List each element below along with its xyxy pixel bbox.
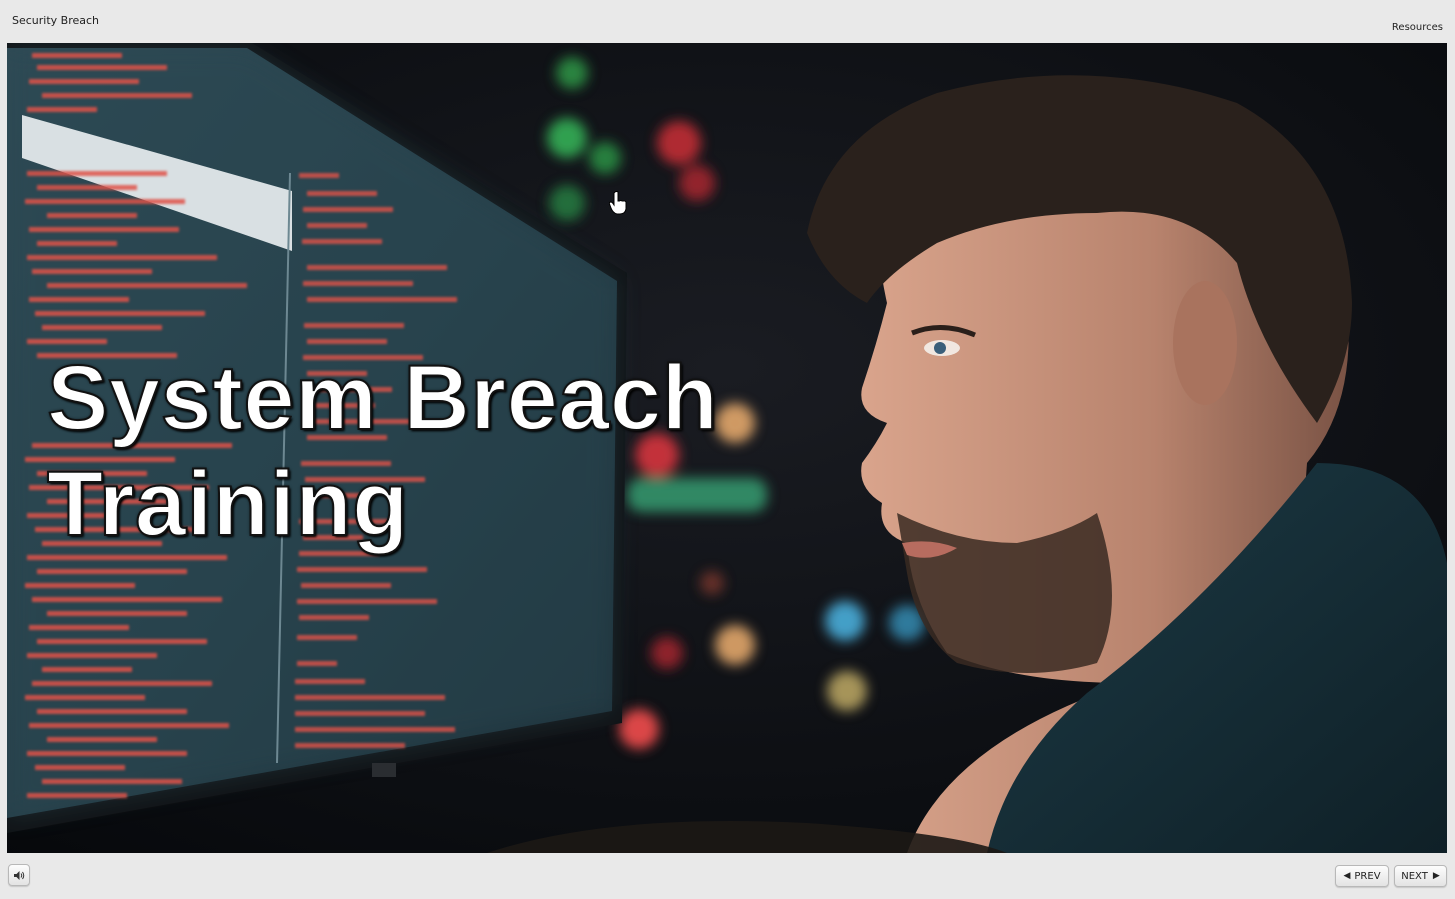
prev-button[interactable]: ◀ PREV <box>1335 865 1389 887</box>
volume-button[interactable] <box>8 864 30 886</box>
slide-title-line-2: Training <box>46 452 409 556</box>
course-title: Security Breach <box>12 14 100 27</box>
slide-title-line-1: System Breach <box>46 346 719 450</box>
resources-link[interactable]: Resources <box>1392 22 1443 33</box>
hand-cursor-icon <box>609 191 627 215</box>
bottom-bar: ◀ PREV NEXT ▶ <box>0 853 1455 899</box>
next-button[interactable]: NEXT ▶ <box>1394 865 1447 887</box>
course-player: Security Breach Resources System Breach … <box>0 0 1455 899</box>
slide-stage: System Breach Training <box>7 43 1447 853</box>
prev-label: PREV <box>1354 870 1381 882</box>
chevron-left-icon: ◀ <box>1343 870 1351 881</box>
speaker-icon <box>14 870 25 880</box>
next-label: NEXT <box>1401 870 1428 882</box>
chevron-right-icon: ▶ <box>1432 870 1440 881</box>
top-bar: Security Breach Resources <box>0 0 1455 42</box>
slide-title: System Breach Training <box>46 345 719 557</box>
